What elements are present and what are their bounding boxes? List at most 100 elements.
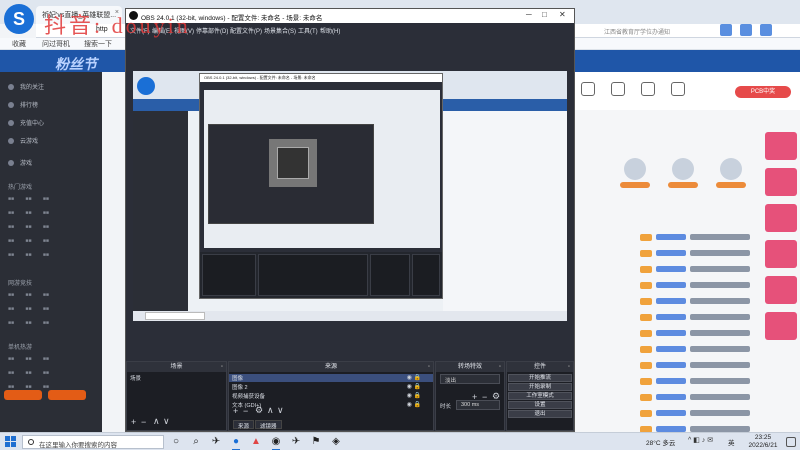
- start-recording-button[interactable]: 开始录制: [508, 383, 572, 391]
- extension-icon[interactable]: [720, 24, 732, 36]
- dock-float-icon[interactable]: ▫: [499, 362, 501, 372]
- promo-card[interactable]: [765, 276, 797, 304]
- promo-card[interactable]: [765, 204, 797, 232]
- app-icon[interactable]: ✈: [290, 436, 302, 448]
- chat-message: [640, 344, 760, 356]
- remove-source-icon[interactable]: −: [243, 406, 248, 416]
- preview-dock: [258, 254, 368, 296]
- studio-mode-button[interactable]: 工作室模式: [508, 392, 572, 400]
- visibility-eye-icon[interactable]: ◉ 🔒: [407, 383, 421, 390]
- source-settings-icon[interactable]: ⚙: [255, 405, 263, 416]
- gift-item[interactable]: [615, 154, 655, 198]
- promo-card[interactable]: [765, 132, 797, 160]
- start-streaming-button[interactable]: 开始推流: [508, 374, 572, 382]
- sidebar-item-rank[interactable]: 排行榜: [8, 100, 38, 112]
- bookmark-item[interactable]: 收藏: [12, 39, 26, 49]
- visibility-eye-icon[interactable]: ◉ 🔒: [407, 374, 421, 381]
- app-icon[interactable]: ✈: [210, 436, 222, 448]
- transition-select[interactable]: 淡出: [440, 374, 500, 384]
- menu-docks[interactable]: 停靠部件(D): [196, 26, 228, 35]
- chat-message: [640, 248, 760, 260]
- windows-search-icon[interactable]: ⌕: [190, 436, 202, 448]
- gift-item[interactable]: [711, 154, 751, 198]
- dock-float-icon[interactable]: ▫: [428, 362, 430, 372]
- sidebar-item-game[interactable]: 游戏: [8, 158, 32, 170]
- preview-dock: [370, 254, 410, 296]
- maximize-icon[interactable]: □: [542, 10, 547, 19]
- move-up-icon[interactable]: ∧: [153, 416, 160, 427]
- search-icon: [28, 439, 34, 445]
- download-button[interactable]: [4, 390, 42, 400]
- obs-title-bar[interactable]: OBS 24.0.1 (32-bit, windows) - 配置文件: 未命名…: [126, 9, 574, 23]
- source-item[interactable]: 图像 2: [232, 383, 248, 391]
- gift-item[interactable]: [663, 154, 703, 198]
- extension-icon[interactable]: [740, 24, 752, 36]
- promo-card[interactable]: [765, 240, 797, 268]
- user-icon[interactable]: [671, 82, 685, 96]
- windows-start-icon[interactable]: [5, 436, 16, 447]
- download-icon[interactable]: [611, 82, 625, 96]
- duration-input[interactable]: 300 ms: [456, 400, 500, 410]
- close-icon[interactable]: ✕: [559, 10, 566, 19]
- browser-search-box[interactable]: 江西省教育厅学位办通知: [600, 24, 700, 38]
- task-view-icon[interactable]: ○: [170, 436, 182, 448]
- app-icon[interactable]: ◈: [330, 436, 342, 448]
- dock-float-icon[interactable]: ▫: [568, 362, 570, 372]
- promo-card[interactable]: [765, 312, 797, 340]
- browser-logo-icon[interactable]: S: [4, 4, 34, 34]
- app-icon[interactable]: ▲: [250, 436, 262, 448]
- move-up-icon[interactable]: ∧: [267, 405, 274, 416]
- move-down-icon[interactable]: ∨: [277, 405, 284, 416]
- taskbar-search-input[interactable]: 在这里输入你要搜索的内容: [22, 435, 164, 449]
- extension-icon[interactable]: [760, 24, 772, 36]
- remove-scene-icon[interactable]: −: [141, 417, 146, 427]
- source-item[interactable]: 图像: [229, 374, 433, 382]
- input-language[interactable]: 英: [728, 437, 735, 447]
- menu-profile[interactable]: 配置文件(P): [230, 26, 262, 35]
- sidebar-item-cloud-game[interactable]: 云游戏: [8, 136, 38, 148]
- pcb-badge[interactable]: PCB中奖: [735, 86, 791, 98]
- menu-scene-collection[interactable]: 场景集合(S): [264, 26, 296, 35]
- promo-card[interactable]: [765, 168, 797, 196]
- dock-float-icon[interactable]: ▫: [221, 362, 223, 372]
- tab-filters[interactable]: 滤镜器: [255, 420, 282, 430]
- sidebar-tags: ■■ ■■ ■■: [8, 196, 49, 202]
- sidebar-tags: ■■ ■■ ■■: [8, 306, 49, 312]
- chat-message: [640, 280, 760, 292]
- minimize-icon[interactable]: ─: [526, 10, 532, 19]
- menu-help[interactable]: 帮助(H): [320, 26, 340, 35]
- tab-sources[interactable]: 来源: [233, 420, 255, 430]
- banner-brand: 粉丝节: [55, 56, 97, 72]
- app-icon[interactable]: ⚑: [310, 436, 322, 448]
- preview-browser-capture: OBS 24.0.1 (32-bit, windows) - 配置文件: 未命名…: [133, 71, 567, 321]
- system-tray-icons[interactable]: ^ ◧ ♪ ✉: [688, 436, 713, 444]
- history-icon[interactable]: [641, 82, 655, 96]
- visibility-eye-icon[interactable]: ◉ 🔒: [407, 392, 421, 399]
- notification-icon[interactable]: [786, 437, 796, 447]
- controls-dock-title: 控件 ▫: [507, 362, 573, 372]
- bookmark-item[interactable]: 问过哥机: [42, 39, 70, 49]
- obs-app-icon[interactable]: ◉: [270, 436, 282, 450]
- sidebar-item-follow[interactable]: 我的关注: [8, 82, 44, 94]
- add-source-icon[interactable]: +: [233, 406, 238, 416]
- exit-button[interactable]: 退出: [508, 410, 572, 418]
- scenes-dock-title: 场景 ▫: [127, 362, 226, 372]
- obs-preview[interactable]: OBS 24.0.1 (32-bit, windows) - 配置文件: 未命名…: [133, 71, 567, 321]
- menu-tools[interactable]: 工具(T): [298, 26, 318, 35]
- sidebar-tags: ■■ ■■ ■■: [8, 224, 49, 230]
- sidebar-item-recharge[interactable]: 充值中心: [8, 118, 44, 130]
- client-button[interactable]: [48, 390, 86, 400]
- bookmark-item[interactable]: 搜索一下: [84, 39, 112, 49]
- game-icon[interactable]: [581, 82, 595, 96]
- chat-message: [640, 264, 760, 276]
- scene-item[interactable]: 场景: [130, 374, 141, 382]
- browser-app-icon[interactable]: ●: [230, 436, 242, 450]
- add-scene-icon[interactable]: +: [131, 417, 136, 427]
- douyin-watermark: 抖音: douyin: [44, 13, 191, 38]
- visibility-eye-icon[interactable]: ◉ 🔒: [407, 401, 421, 408]
- settings-button[interactable]: 设置: [508, 401, 572, 409]
- move-down-icon[interactable]: ∨: [163, 416, 170, 427]
- taskbar-clock[interactable]: 23:25 2022/6/21: [744, 434, 782, 450]
- weather-widget[interactable]: 28°C 多云: [646, 437, 675, 447]
- source-item[interactable]: 视频捕获设备: [232, 392, 265, 400]
